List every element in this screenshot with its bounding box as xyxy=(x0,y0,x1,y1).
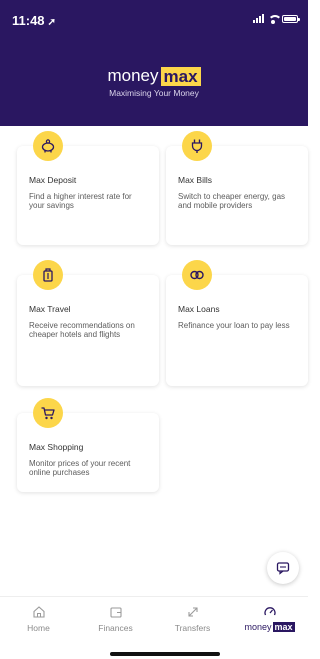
tab-finances[interactable]: Finances xyxy=(77,597,154,640)
chat-button[interactable] xyxy=(267,552,299,584)
app-header: 11:48 ➚ money max Maximising Your Money xyxy=(0,0,308,126)
card-description: Switch to cheaper energy, gas and mobile… xyxy=(178,192,286,211)
card-title: Max Travel xyxy=(29,304,71,314)
wallet-icon xyxy=(109,607,122,618)
piggy-bank-icon xyxy=(33,131,63,161)
tab-transfers[interactable]: Transfers xyxy=(154,597,231,640)
home-indicator[interactable] xyxy=(110,652,220,656)
tab-logo: money max xyxy=(244,622,295,632)
signal-icon xyxy=(253,14,264,23)
card-description: Find a higher interest rate for your sav… xyxy=(29,192,132,211)
brand-badge: max xyxy=(160,66,201,86)
tab-label: Transfers xyxy=(174,623,211,633)
card-description: Monitor prices of your recent online pur… xyxy=(29,459,131,478)
location-arrow-icon: ➚ xyxy=(47,17,56,28)
plug-icon xyxy=(182,131,212,161)
tab-label: Finances xyxy=(98,623,133,633)
bottom-tab-bar: Home Finances Transfers money max xyxy=(0,596,308,640)
status-time-text: 11:48 xyxy=(12,13,45,28)
tab-logo-money: money xyxy=(244,622,272,632)
card-title: Max Shopping xyxy=(29,442,84,452)
tab-moneymax[interactable]: money max xyxy=(231,597,308,640)
home-icon xyxy=(32,606,45,618)
chat-icon xyxy=(276,562,290,575)
brand-tagline: Maximising Your Money xyxy=(109,88,199,98)
card-max-bills[interactable]: Max Bills Switch to cheaper energy, gas … xyxy=(166,131,308,245)
gauge-icon xyxy=(263,607,276,616)
wifi-icon xyxy=(268,14,282,24)
card-max-deposit[interactable]: Max Deposit Find a higher interest rate … xyxy=(17,131,159,245)
card-description: Receive recommendations on cheaper hotel… xyxy=(29,321,135,340)
tab-logo-max: max xyxy=(272,622,295,632)
brand-word: money xyxy=(107,66,159,85)
card-max-travel[interactable]: Max Travel Receive recommendations on ch… xyxy=(17,260,159,386)
card-description: Refinance your loan to pay less xyxy=(178,321,290,330)
card-title: Max Bills xyxy=(178,175,213,185)
tab-label: Home xyxy=(27,623,50,633)
card-max-shopping[interactable]: Max Shopping Monitor prices of your rece… xyxy=(17,398,159,492)
tab-home[interactable]: Home xyxy=(0,597,77,640)
transfer-icon xyxy=(187,607,198,617)
shopping-cart-icon xyxy=(33,398,63,428)
card-title: Max Deposit xyxy=(29,175,77,185)
card-title: Max Loans xyxy=(178,304,220,314)
card-max-loans[interactable]: Max Loans Refinance your loan to pay les… xyxy=(166,260,308,386)
loan-icon xyxy=(182,260,212,290)
status-indicators xyxy=(253,14,300,24)
battery-icon xyxy=(282,14,300,23)
brand-logo: money max Maximising Your Money xyxy=(0,66,308,98)
luggage-icon xyxy=(33,260,63,290)
status-time: 11:48 ➚ xyxy=(12,13,56,28)
